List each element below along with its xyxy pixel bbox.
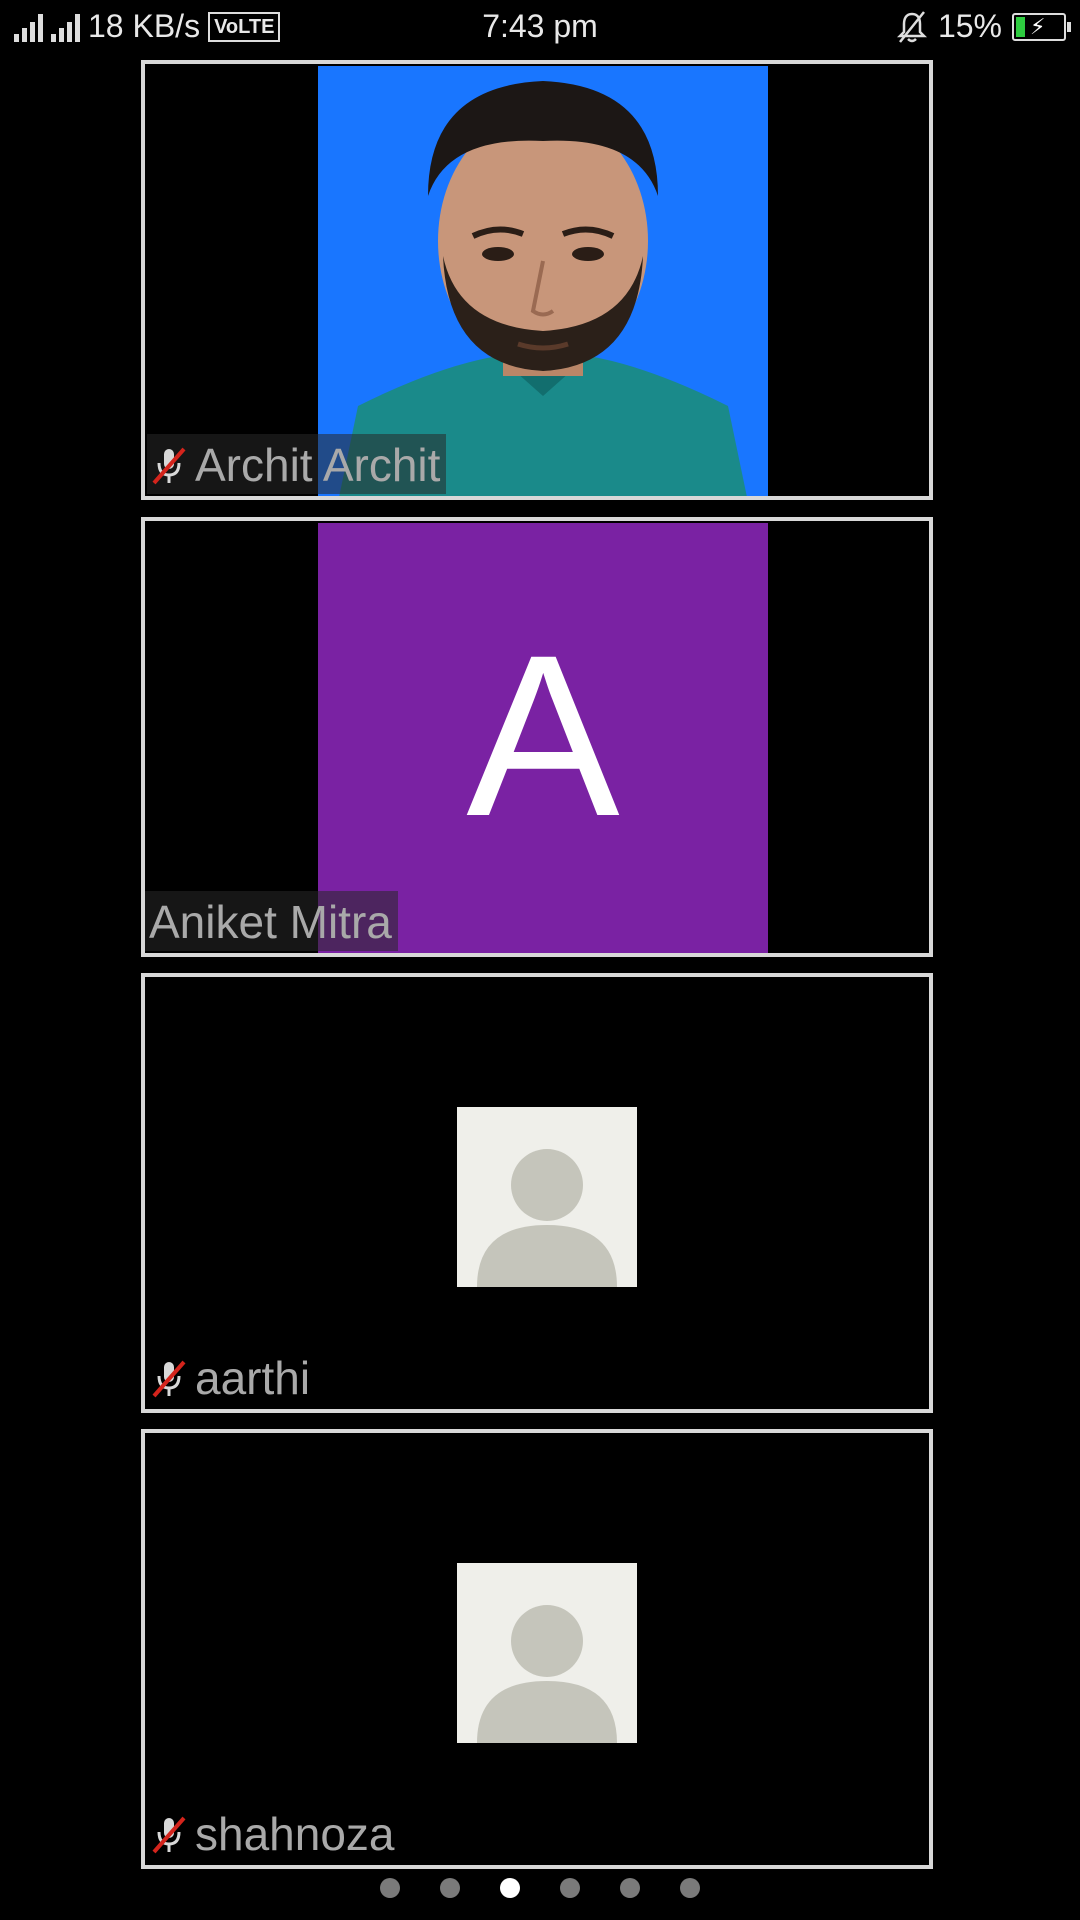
participant-tile[interactable]: Archit Archit xyxy=(141,60,933,500)
mic-muted-icon xyxy=(152,447,186,485)
participant-tile[interactable]: A Aniket Mitra xyxy=(141,517,933,957)
clock: 7:43 pm xyxy=(482,8,598,44)
battery-charging-icon: ⚡ xyxy=(1012,12,1071,41)
participant-name: aarthi xyxy=(195,1352,311,1404)
participant-tile[interactable]: shahnoza xyxy=(141,1429,933,1869)
battery-percent: 15% xyxy=(937,8,1002,44)
page-dot[interactable] xyxy=(380,1878,400,1898)
mic-muted-icon xyxy=(152,1360,186,1398)
page-dot[interactable] xyxy=(620,1878,640,1898)
mic-muted-icon xyxy=(152,1816,186,1854)
page-indicator[interactable] xyxy=(0,1878,1080,1898)
participant-name-bar: shahnoza xyxy=(147,1803,401,1863)
participant-name-bar: aarthi xyxy=(147,1347,316,1407)
participant-name-bar: Archit Archit xyxy=(147,434,447,494)
participant-name: Archit Archit xyxy=(195,439,441,491)
page-dot[interactable] xyxy=(680,1878,700,1898)
participant-name: shahnoza xyxy=(195,1808,395,1860)
avatar-letter: A xyxy=(466,607,620,864)
page-dot[interactable] xyxy=(560,1878,580,1898)
user-placeholder-icon xyxy=(457,1107,637,1287)
status-bar: 18 KB/s VoLTE 7:43 pm 15% ⚡ xyxy=(0,0,1080,56)
participant-name: Aniket Mitra xyxy=(149,896,392,948)
participant-name-bar: Aniket Mitra xyxy=(145,891,398,951)
page-dot-active[interactable] xyxy=(500,1878,520,1898)
page-dot[interactable] xyxy=(440,1878,460,1898)
participant-tile[interactable]: aarthi xyxy=(141,973,933,1413)
mute-bell-icon xyxy=(896,10,927,43)
user-placeholder-icon xyxy=(457,1563,637,1743)
